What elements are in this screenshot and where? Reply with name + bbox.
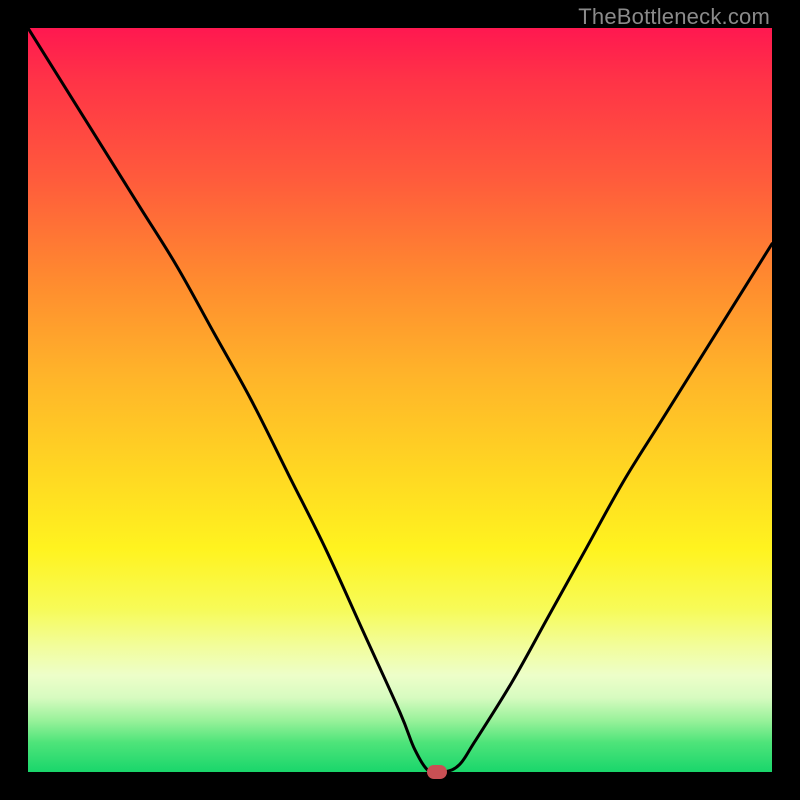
optimal-point-marker — [427, 765, 447, 779]
bottleneck-curve — [28, 28, 772, 772]
chart-frame: TheBottleneck.com — [0, 0, 800, 800]
watermark-text: TheBottleneck.com — [578, 4, 770, 30]
plot-area — [28, 28, 772, 772]
